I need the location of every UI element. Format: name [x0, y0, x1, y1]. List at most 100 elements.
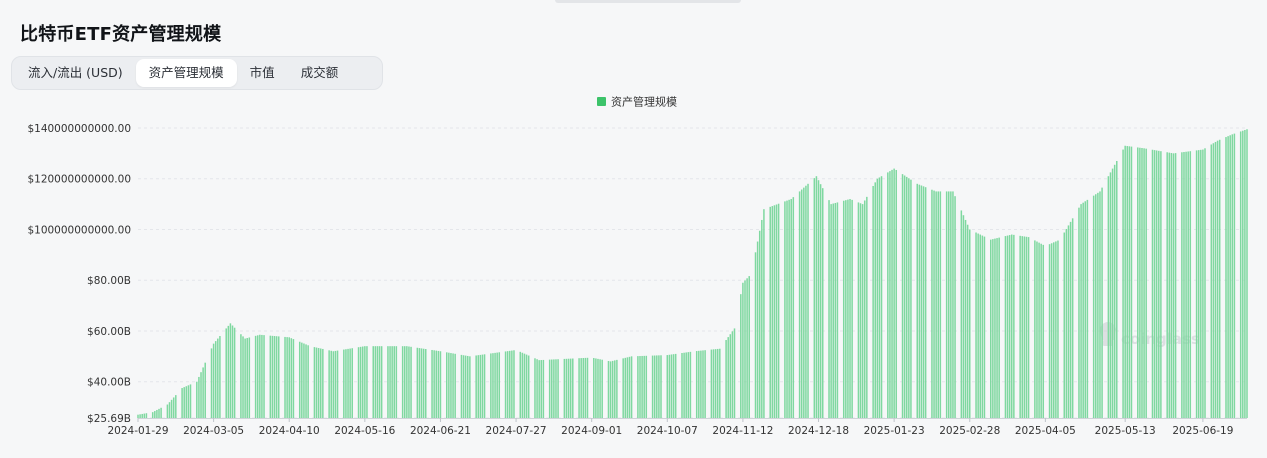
bar[interactable]: [1130, 146, 1133, 418]
bar[interactable]: [1155, 150, 1158, 418]
bar[interactable]: [446, 352, 448, 418]
bar[interactable]: [204, 362, 206, 418]
bar[interactable]: [498, 352, 501, 418]
bar[interactable]: [681, 353, 683, 418]
bar[interactable]: [271, 335, 274, 418]
bar[interactable]: [698, 350, 700, 418]
bar[interactable]: [685, 352, 687, 418]
bar[interactable]: [834, 202, 837, 418]
bar[interactable]: [254, 335, 257, 418]
bar[interactable]: [172, 397, 175, 418]
bar[interactable]: [439, 351, 442, 418]
bar[interactable]: [805, 185, 807, 418]
bar[interactable]: [872, 185, 874, 418]
bar[interactable]: [185, 386, 188, 418]
bar[interactable]: [790, 199, 792, 418]
bar[interactable]: [630, 356, 633, 418]
bar[interactable]: [874, 182, 876, 418]
bar[interactable]: [878, 177, 881, 418]
bar[interactable]: [374, 346, 377, 418]
bar[interactable]: [1170, 153, 1173, 418]
bar[interactable]: [196, 381, 198, 418]
bar[interactable]: [672, 354, 675, 418]
bar[interactable]: [1095, 194, 1097, 418]
bar[interactable]: [492, 353, 494, 418]
bar[interactable]: [351, 348, 353, 418]
bar[interactable]: [819, 184, 822, 418]
bar[interactable]: [452, 353, 454, 418]
bar[interactable]: [758, 230, 761, 418]
bar[interactable]: [233, 327, 236, 418]
bar[interactable]: [322, 348, 324, 418]
bar[interactable]: [555, 359, 557, 418]
bar[interactable]: [1218, 139, 1221, 418]
bar[interactable]: [1145, 148, 1147, 418]
bar[interactable]: [1153, 150, 1156, 419]
bar[interactable]: [357, 347, 360, 418]
bar[interactable]: [219, 336, 221, 418]
bar[interactable]: [187, 385, 190, 418]
bar[interactable]: [704, 350, 706, 418]
bar[interactable]: [330, 350, 332, 418]
bar[interactable]: [1151, 149, 1154, 418]
bar[interactable]: [651, 355, 654, 418]
bar[interactable]: [256, 335, 259, 418]
bar[interactable]: [700, 350, 702, 418]
bar[interactable]: [1101, 187, 1103, 418]
bar[interactable]: [1141, 148, 1143, 418]
bar[interactable]: [1036, 241, 1038, 418]
bar[interactable]: [1042, 244, 1045, 418]
bar[interactable]: [1158, 150, 1160, 418]
bar[interactable]: [1143, 148, 1145, 419]
bar[interactable]: [1225, 137, 1227, 418]
bar[interactable]: [511, 350, 513, 418]
bar[interactable]: [832, 203, 834, 418]
bar[interactable]: [622, 358, 624, 418]
bar[interactable]: [742, 282, 744, 418]
bar[interactable]: [771, 206, 774, 418]
bar[interactable]: [372, 346, 374, 418]
bar[interactable]: [225, 328, 227, 418]
bar[interactable]: [813, 178, 816, 418]
bar[interactable]: [584, 357, 587, 418]
bar[interactable]: [901, 174, 904, 418]
bar[interactable]: [538, 360, 540, 418]
bar[interactable]: [1011, 234, 1013, 418]
bar[interactable]: [891, 169, 893, 418]
bar[interactable]: [660, 355, 662, 418]
bar[interactable]: [756, 241, 759, 418]
bar[interactable]: [240, 334, 242, 418]
bar[interactable]: [345, 349, 347, 418]
bar[interactable]: [1084, 201, 1087, 418]
bar[interactable]: [769, 206, 771, 418]
bar[interactable]: [863, 200, 866, 418]
bar[interactable]: [301, 342, 303, 418]
bar[interactable]: [200, 372, 202, 418]
bar[interactable]: [979, 234, 982, 418]
bar[interactable]: [1181, 152, 1183, 418]
bar[interactable]: [1189, 151, 1192, 418]
bar[interactable]: [435, 350, 438, 418]
bar[interactable]: [548, 359, 551, 418]
bar[interactable]: [645, 355, 648, 418]
bar[interactable]: [996, 238, 998, 418]
bar[interactable]: [210, 348, 213, 418]
bar[interactable]: [1139, 147, 1141, 419]
bar[interactable]: [395, 346, 398, 418]
bar[interactable]: [597, 358, 599, 418]
bar[interactable]: [859, 203, 862, 418]
bar[interactable]: [893, 168, 895, 418]
bar[interactable]: [1168, 152, 1171, 418]
bar[interactable]: [748, 276, 750, 418]
bar[interactable]: [431, 349, 433, 418]
bar[interactable]: [1187, 151, 1189, 418]
bar[interactable]: [139, 414, 141, 418]
bar[interactable]: [990, 239, 992, 418]
bar[interactable]: [595, 358, 597, 418]
bar[interactable]: [761, 219, 763, 418]
bar[interactable]: [202, 367, 204, 418]
bar[interactable]: [876, 178, 879, 418]
bar[interactable]: [716, 348, 719, 418]
bar[interactable]: [908, 178, 910, 418]
bar[interactable]: [1019, 235, 1021, 418]
